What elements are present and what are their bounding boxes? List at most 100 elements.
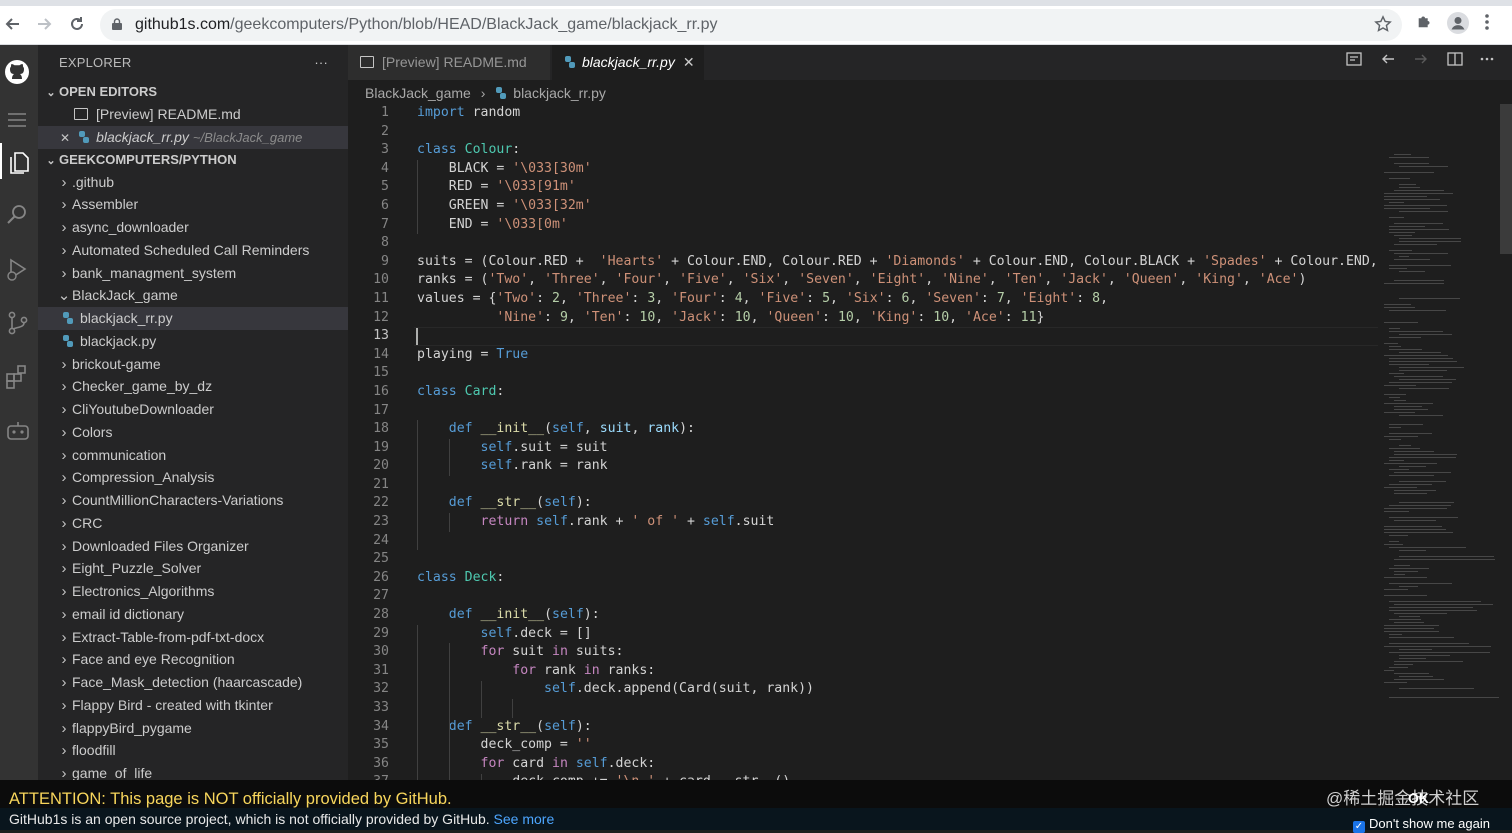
split-editor-icon[interactable] (1447, 45, 1463, 80)
code-line[interactable]: 24 (348, 532, 1378, 551)
extensions-icon[interactable] (1416, 12, 1434, 34)
source-control-icon[interactable] (0, 303, 38, 339)
tree-folder-item[interactable]: › flappyBird_pygame (38, 717, 348, 740)
back-arrow-icon[interactable] (3, 14, 23, 34)
address-bar[interactable]: github1s.com/geekcomputers/Python/blob/H… (100, 9, 1402, 41)
code-line[interactable]: 10 ranks = ('Two', 'Three', 'Four', 'Five… (348, 271, 1378, 290)
tree-folder-item[interactable]: ⌄ BlackJack_game (38, 284, 348, 307)
code-line[interactable]: 32 self.deck.append(Card(suit, rank)) (348, 680, 1378, 699)
explorer-files-icon[interactable] (0, 143, 38, 179)
code-line[interactable]: 4 BLACK = '\033[30m' (348, 160, 1378, 179)
close-icon[interactable]: ✕ (60, 131, 70, 145)
code-line[interactable]: 18 def __init__(self, suit, rank): (348, 420, 1378, 439)
tree-folder-item[interactable]: › CountMillionCharacters-Variations (38, 489, 348, 512)
code-line[interactable]: 37 deck_comp += '\n ' + card.__str__() (348, 773, 1378, 780)
run-debug-icon[interactable] (0, 249, 38, 285)
go-back-icon[interactable] (1380, 45, 1396, 80)
tree-folder-item[interactable]: › Eight_Puzzle_Solver (38, 557, 348, 580)
forward-arrow-icon[interactable] (34, 14, 54, 34)
tree-folder-item[interactable]: › .github (38, 171, 348, 194)
code-line[interactable]: 3 class Colour: (348, 141, 1378, 160)
reload-icon[interactable] (67, 14, 87, 34)
breadcrumb-folder[interactable]: BlackJack_game (365, 85, 471, 101)
tree-folder-item[interactable]: › Compression_Analysis (38, 466, 348, 489)
code-line[interactable]: 16 class Card: (348, 383, 1378, 402)
tree-folder-item[interactable]: › communication (38, 444, 348, 467)
tree-file-item[interactable]: blackjack.py (38, 330, 348, 353)
tree-folder-item[interactable]: › Electronics_Algorithms (38, 580, 348, 603)
code-line[interactable]: 6 GREEN = '\033[32m' (348, 197, 1378, 216)
bookmark-star-icon[interactable] (1374, 15, 1392, 38)
robot-icon[interactable] (0, 411, 38, 447)
open-preview-icon[interactable] (1346, 45, 1362, 80)
tree-folder-item[interactable]: › brickout-game (38, 353, 348, 376)
tree-folder-item[interactable]: › Flappy Bird - created with tkinter (38, 694, 348, 717)
tree-folder-item[interactable]: › bank_managment_system (38, 262, 348, 285)
more-actions-icon[interactable]: ··· (314, 45, 328, 81)
github-icon[interactable] (0, 53, 38, 89)
code-line[interactable]: 30 for suit in suits: (348, 643, 1378, 662)
tree-folder-item[interactable]: › email id dictionary (38, 603, 348, 626)
code-editor[interactable]: 1 import random 2 3 class Colour: 4 BLACK = '… (348, 104, 1378, 780)
tree-folder-item[interactable]: › Face_Mask_detection (haarcascade) (38, 671, 348, 694)
tree-folder-item[interactable]: › Downloaded Files Organizer (38, 535, 348, 558)
code-line[interactable]: 35 deck_comp = '' (348, 736, 1378, 755)
editor-scrollbar[interactable] (1500, 104, 1512, 254)
dont-show-checkbox[interactable]: ✓ Don't show me again (1353, 816, 1490, 833)
ok-button[interactable]: OK (1408, 790, 1429, 806)
code-line[interactable]: 2 (348, 123, 1378, 142)
code-line[interactable]: 25 (348, 550, 1378, 569)
code-line[interactable]: 23 return self.rank + ' of ' + self.suit (348, 513, 1378, 532)
code-line[interactable]: 8 (348, 234, 1378, 253)
code-line[interactable]: 5 RED = '\033[91m' (348, 178, 1378, 197)
code-line[interactable]: 21 (348, 476, 1378, 495)
go-forward-icon[interactable] (1413, 45, 1429, 80)
open-editor-item-readme[interactable]: [Preview] README.md (38, 103, 348, 126)
tree-folder-item[interactable]: › Extract-Table-from-pdf-txt-docx (38, 626, 348, 649)
profile-avatar-icon[interactable] (1447, 12, 1469, 34)
browser-menu-icon[interactable] (1484, 12, 1490, 34)
tree-folder-item[interactable]: › game_of_life (38, 762, 348, 780)
code-line[interactable]: 34 def __str__(self): (348, 718, 1378, 737)
tab-close-icon[interactable]: ✕ (683, 54, 695, 70)
code-line[interactable]: 22 def __str__(self): (348, 494, 1378, 513)
tree-folder-item[interactable]: › CRC (38, 512, 348, 535)
code-line[interactable]: 20 self.rank = rank (348, 457, 1378, 476)
code-line[interactable]: 17 (348, 402, 1378, 421)
tree-folder-item[interactable]: › Checker_game_by_dz (38, 375, 348, 398)
tab-readme-preview[interactable]: [Preview] README.md (348, 45, 550, 80)
code-line[interactable]: 33 (348, 699, 1378, 718)
code-line[interactable]: 7 END = '\033[0m' (348, 216, 1378, 235)
open-editors-section[interactable]: ⌄ OPEN EDITORS (38, 81, 348, 103)
breadcrumb-file[interactable]: blackjack_rr.py (513, 85, 606, 101)
open-editor-item-blackjack-rr[interactable]: ✕ blackjack_rr.py ~/BlackJack_game (38, 125, 348, 149)
minimap[interactable] (1378, 104, 1500, 780)
code-line[interactable]: 19 self.suit = suit (348, 439, 1378, 458)
code-line[interactable]: 13 (348, 327, 1378, 346)
code-line[interactable]: 11 values = {'Two': 2, 'Three': 3, 'Four'… (348, 290, 1378, 309)
code-line[interactable]: 9 suits = (Colour.RED + 'Hearts' + Colour… (348, 253, 1378, 272)
search-icon[interactable] (0, 195, 38, 231)
code-line[interactable]: 26 class Deck: (348, 569, 1378, 588)
tree-folder-item[interactable]: › Face and eye Recognition (38, 648, 348, 671)
tree-folder-item[interactable]: › Colors (38, 421, 348, 444)
code-line[interactable]: 28 def __init__(self): (348, 606, 1378, 625)
code-line[interactable]: 29 self.deck = [] (348, 625, 1378, 644)
code-line[interactable]: 14 playing = True (348, 346, 1378, 365)
extensions-view-icon[interactable] (0, 357, 38, 393)
tree-folder-item[interactable]: › Assembler (38, 193, 348, 216)
code-line[interactable]: 31 for rank in ranks: (348, 662, 1378, 681)
tree-folder-item[interactable]: › floodfill (38, 739, 348, 762)
editor-more-icon[interactable] (1479, 45, 1495, 80)
see-more-link[interactable]: See more (494, 811, 555, 827)
tree-folder-item[interactable]: › async_downloader (38, 216, 348, 239)
tree-folder-item[interactable]: › CliYoutubeDownloader (38, 398, 348, 421)
code-line[interactable]: 27 (348, 587, 1378, 606)
tab-blackjack-rr[interactable]: blackjack_rr.py ✕ (552, 45, 704, 80)
tree-file-item[interactable]: blackjack_rr.py (38, 307, 348, 330)
menu-icon[interactable] (0, 101, 38, 137)
code-line[interactable]: 12 'Nine': 9, 'Ten': 10, 'Jack': 10, 'Qu… (348, 309, 1378, 328)
tree-folder-item[interactable]: › Automated Scheduled Call Reminders (38, 239, 348, 262)
code-line[interactable]: 36 for card in self.deck: (348, 755, 1378, 774)
code-line[interactable]: 1 import random (348, 104, 1378, 123)
